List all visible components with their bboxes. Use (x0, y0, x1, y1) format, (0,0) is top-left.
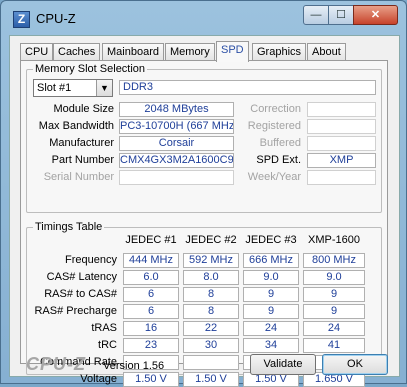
spd-ext-label: SPD Ext. (256, 154, 301, 166)
title-bar[interactable]: Z CPU-Z — ☐ ✕ (1, 1, 406, 35)
timing-cell: 8.0 (183, 270, 239, 285)
timing-cell: 22 (183, 321, 239, 336)
timing-cell: 34 (243, 338, 299, 353)
minimize-button[interactable]: — (303, 5, 329, 25)
buffered-label: Buffered (259, 137, 301, 149)
version-label: Version 1.56 (103, 360, 165, 372)
timing-cell: 9 (303, 287, 365, 302)
timing-cell: 9 (303, 304, 365, 319)
timings-col-header: JEDEC #1 (125, 234, 177, 246)
client-area: CPU Caches Mainboard Memory SPD Graphics… (9, 35, 400, 387)
module-size-value: 2048 MBytes (119, 102, 234, 117)
slot-select-value: Slot #1 (37, 82, 72, 94)
timing-row-label: tRAS (91, 322, 117, 334)
manufacturer-value: Corsair (119, 136, 234, 151)
timing-cell: 1.50 V (183, 372, 239, 387)
timing-cell: 8 (183, 287, 239, 302)
week-year-value (307, 170, 376, 185)
timing-cell: 24 (303, 321, 365, 336)
timings-col-header: JEDEC #2 (185, 234, 237, 246)
module-size-label: Module Size (53, 103, 114, 115)
tab-mainboard[interactable]: Mainboard (102, 43, 164, 61)
tab-caches[interactable]: Caches (53, 43, 101, 61)
cpuz-window: Z CPU-Z — ☐ ✕ CPU Caches Mainboard Memor… (0, 0, 407, 387)
timing-cell: 16 (123, 321, 179, 336)
timing-cell: 6 (123, 287, 179, 302)
timing-cell: 9 (243, 287, 299, 302)
timing-row-label: CAS# Latency (46, 271, 117, 283)
timing-cell: 9.0 (303, 270, 365, 285)
timing-cell: 41 (303, 338, 365, 353)
timing-cell: 800 MHz (303, 253, 365, 268)
serial-number-value (119, 170, 234, 185)
timing-row-label: RAS# Precharge (34, 305, 117, 317)
slot-select[interactable]: Slot #1 ▼ (33, 79, 113, 97)
timing-cell: 1.50 V (123, 372, 179, 387)
part-number-value: CMX4GX3M2A1600C9 (119, 153, 234, 168)
registered-label: Registered (247, 120, 301, 132)
chevron-down-icon[interactable]: ▼ (96, 80, 112, 96)
memory-slot-title: Memory Slot Selection (33, 63, 148, 75)
timing-row-label: RAS# to CAS# (44, 288, 117, 300)
buffered-value (307, 136, 376, 151)
timing-cell: 444 MHz (123, 253, 179, 268)
memory-type-value: DDR3 (119, 80, 376, 95)
maximize-button[interactable]: ☐ (328, 5, 354, 25)
timing-cell: 6.0 (123, 270, 179, 285)
validate-button[interactable]: Validate (250, 354, 316, 375)
ok-button[interactable]: OK (322, 354, 388, 375)
timing-cell: 9.0 (243, 270, 299, 285)
serial-number-label: Serial Number (43, 171, 114, 183)
correction-label: Correction (250, 103, 301, 115)
timing-cell: 9 (243, 304, 299, 319)
timing-cell (183, 355, 239, 370)
tab-cpu[interactable]: CPU (20, 43, 54, 61)
manufacturer-label: Manufacturer (49, 137, 114, 149)
close-button[interactable]: ✕ (353, 5, 398, 25)
tab-spd[interactable]: SPD (216, 41, 249, 62)
timing-row-label: tRC (98, 339, 117, 351)
tab-graphics[interactable]: Graphics (252, 43, 307, 61)
part-number-label: Part Number (51, 154, 114, 166)
timings-col-header: XMP-1600 (308, 234, 360, 246)
timing-cell: 8 (183, 304, 239, 319)
max-bandwidth-value: PC3-10700H (667 MHz) (119, 119, 234, 134)
tab-about[interactable]: About (307, 43, 346, 61)
window-title: CPU-Z (36, 11, 76, 26)
timing-row-label: Frequency (65, 254, 117, 266)
spd-panel: Memory Slot Selection Slot #1 ▼ DDR3 Mod… (20, 60, 388, 387)
cpuz-logo: CPU-Z (26, 354, 86, 374)
timing-cell: 30 (183, 338, 239, 353)
timing-cell: 24 (243, 321, 299, 336)
app-icon: Z (13, 11, 30, 28)
timing-cell: 666 MHz (243, 253, 299, 268)
timings-col-header: JEDEC #3 (245, 234, 297, 246)
timing-cell: 6 (123, 304, 179, 319)
spd-ext-value: XMP (307, 153, 376, 168)
memory-slot-group: Memory Slot Selection Slot #1 ▼ DDR3 Mod… (26, 63, 382, 213)
timing-cell: 23 (123, 338, 179, 353)
timings-title: Timings Table (33, 221, 105, 233)
correction-value (307, 102, 376, 117)
tab-memory[interactable]: Memory (165, 43, 215, 61)
registered-value (307, 119, 376, 134)
week-year-label: Week/Year (247, 171, 301, 183)
max-bandwidth-label: Max Bandwidth (38, 120, 114, 132)
timing-cell: 592 MHz (183, 253, 239, 268)
timings-group: Timings Table JEDEC #1 JEDEC #2 JEDEC #3… (26, 221, 382, 387)
